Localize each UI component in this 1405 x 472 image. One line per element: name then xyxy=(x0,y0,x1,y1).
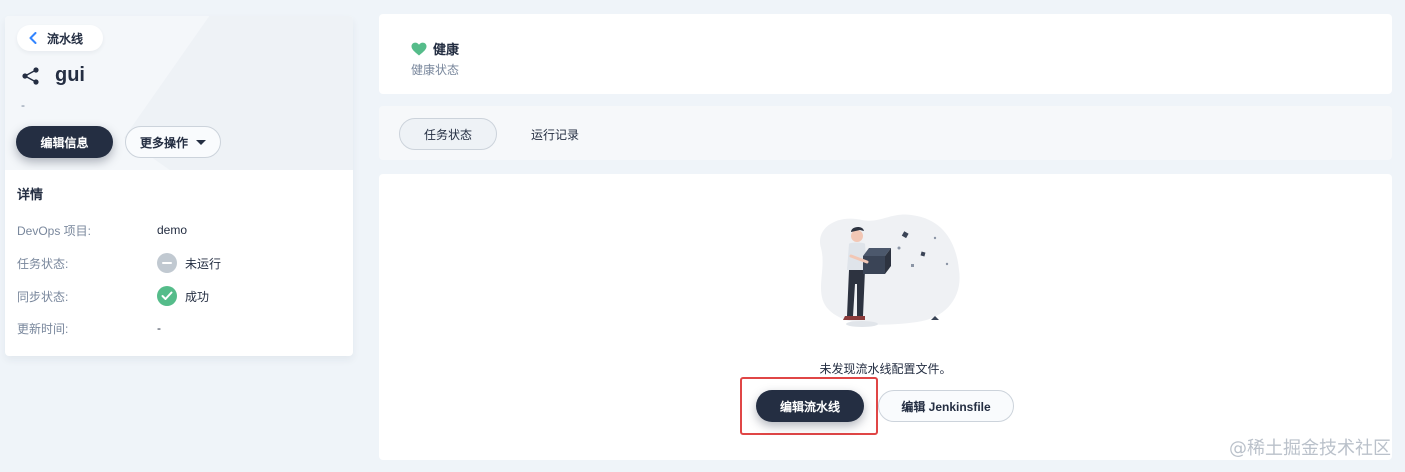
detail-value: demo xyxy=(157,223,188,237)
pipeline-name: gui xyxy=(55,64,85,86)
detail-row-sync-status: 同步状态: 成功 xyxy=(17,286,209,306)
chevron-left-icon xyxy=(29,32,37,44)
health-title-row: 健康 xyxy=(411,39,459,58)
health-subtitle: 健康状态 xyxy=(411,63,460,77)
detail-value: 成功 xyxy=(185,289,210,304)
edit-jenkinsfile-button[interactable]: 编辑 Jenkinsfile xyxy=(878,390,1014,422)
details-title: 详情 xyxy=(17,187,44,202)
back-label: 流水线 xyxy=(47,31,84,46)
more-actions-button[interactable]: 更多操作 xyxy=(125,126,221,158)
pipeline-icon xyxy=(22,66,39,85)
not-run-status-icon xyxy=(157,253,177,273)
more-actions-label: 更多操作 xyxy=(139,135,188,150)
task-status-panel: 未发现流水线配置文件。 编辑流水线 编辑 Jenkinsfile xyxy=(379,174,1392,460)
detail-value-wrap: 未运行 xyxy=(157,253,221,273)
edit-pipeline-button[interactable]: 编辑流水线 xyxy=(756,390,864,422)
detail-row-task-status: 任务状态: 未运行 xyxy=(17,253,221,273)
pipeline-description: - xyxy=(21,98,25,112)
detail-key: 同步状态: xyxy=(17,289,69,304)
caret-down-icon xyxy=(196,139,206,145)
detail-row-project: DevOps 项目: demo xyxy=(17,220,187,240)
detail-key: 更新时间: xyxy=(17,321,69,336)
tab-run-records[interactable]: 运行记录 xyxy=(507,118,603,150)
empty-box-illustration xyxy=(820,214,960,327)
detail-value: 未运行 xyxy=(185,256,222,271)
edit-info-button[interactable]: 编辑信息 xyxy=(16,126,113,158)
detail-value: - xyxy=(157,321,161,335)
health-title: 健康 xyxy=(433,42,460,57)
success-check-icon xyxy=(157,286,177,306)
tab-bar: 任务状态 运行记录 xyxy=(379,106,1392,160)
heart-icon xyxy=(411,42,427,55)
pipeline-info-card: 流水线 gui - 编辑信息 更多操作 详情 DevOps 项目: demo 任… xyxy=(5,16,353,356)
pipeline-title-row: gui xyxy=(21,64,85,87)
watermark-text: @稀土掘金技术社区 xyxy=(1229,438,1391,459)
pipeline-header: 流水线 gui - 编辑信息 更多操作 xyxy=(5,16,353,170)
detail-key: 任务状态: xyxy=(17,256,69,271)
health-card: 健康 健康状态 xyxy=(379,14,1392,94)
detail-key: DevOps 项目: xyxy=(17,223,92,238)
detail-value-wrap: 成功 xyxy=(157,286,209,306)
back-to-pipelines-button[interactable]: 流水线 xyxy=(17,25,104,51)
tab-task-status[interactable]: 任务状态 xyxy=(399,118,498,150)
empty-message: 未发现流水线配置文件。 xyxy=(819,362,952,376)
detail-row-updated-time: 更新时间: - xyxy=(17,318,161,338)
